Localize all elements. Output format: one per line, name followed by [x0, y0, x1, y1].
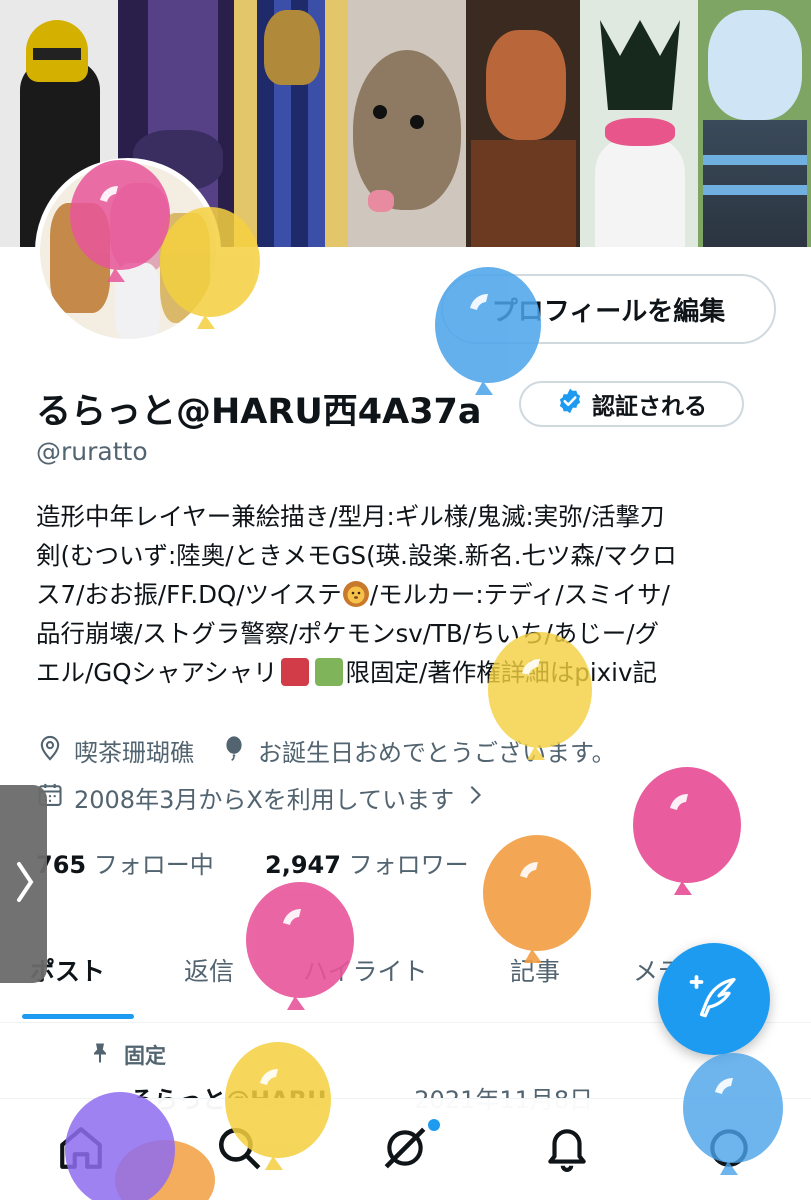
edit-profile-button[interactable]: プロフィールを編集: [441, 274, 776, 344]
joined-text: 2008年3月からXを利用しています: [74, 786, 455, 814]
compose-post-button[interactable]: [658, 943, 770, 1055]
banner-panel-3: [234, 0, 348, 247]
home-icon[interactable]: [56, 1123, 106, 1173]
birthday-text: お誕生日おめでとうございます。: [258, 739, 616, 767]
follow-stats: 765 フォロー中 2,947 フォロワー: [36, 845, 469, 880]
followers-label: フォロワー: [348, 851, 469, 879]
balloon-icon: [220, 734, 258, 768]
bio-line: エル/GQシャアシャリ 限固定/著作権詳細はpixiv記: [36, 658, 657, 687]
bio-line: 剣(むついず:陸奥/ときメモGS(瑛.設楽.新名.七ツ森/マクロ: [36, 541, 677, 570]
tab-articles[interactable]: 記事: [510, 952, 560, 988]
following-label: フォロー中: [93, 851, 214, 879]
grok-icon[interactable]: [380, 1123, 430, 1173]
profile-avatar[interactable]: [35, 158, 221, 344]
lion-emoji-icon: [342, 580, 370, 608]
chevron-right-icon: [11, 856, 37, 912]
bio-line: ス7/おお振/FF.DQ/ツイステ/モルカー:テディ/スミイサ/: [36, 580, 670, 609]
tab-highlights[interactable]: ハイライト: [303, 952, 428, 988]
banner-panel-5: [466, 0, 580, 247]
bell-icon[interactable]: [542, 1123, 592, 1173]
profile-bio: 造形中年レイヤー兼絵描き/型月:ギル様/鬼滅:実弥/活撃刀 剣(むついず:陸奥/…: [36, 497, 786, 692]
active-tab-indicator: [22, 1014, 134, 1019]
pin-icon: [88, 1041, 112, 1070]
green-square-emoji-icon: [314, 658, 343, 686]
banner-panel-7: [698, 0, 811, 247]
pinned-indicator: 固定: [88, 1040, 166, 1070]
compose-feather-icon: [684, 967, 744, 1031]
get-verified-button[interactable]: 認証される: [519, 381, 744, 427]
tab-replies[interactable]: 返信: [184, 952, 234, 988]
bottom-navigation: [0, 1098, 811, 1200]
followers-count: 2,947: [265, 851, 341, 879]
profile-meta-row: 喫茶珊瑚礁 お誕生日おめでとうございます。: [36, 733, 616, 768]
bio-line: 造形中年レイヤー兼絵描き/型月:ギル様/鬼滅:実弥/活撃刀: [36, 502, 665, 531]
user-handle: @ruratto: [36, 437, 148, 466]
banner-panel-4: [348, 0, 466, 247]
chevron-right-icon: [464, 782, 496, 814]
verified-badge-icon: [556, 387, 584, 421]
location-pin-icon: [36, 734, 74, 768]
followers-link[interactable]: 2,947 フォロワー: [265, 851, 469, 879]
red-square-emoji-icon: [280, 658, 309, 686]
get-verified-label: 認証される: [592, 394, 707, 420]
side-drawer-handle[interactable]: [0, 785, 47, 983]
location-text: 喫茶珊瑚礁: [74, 739, 194, 767]
balloon-icon: [633, 767, 741, 895]
grok-notification-dot: [428, 1119, 440, 1131]
joined-row[interactable]: 2008年3月からXを利用しています: [36, 780, 496, 815]
banner-panel-6: [580, 0, 698, 247]
search-icon[interactable]: [214, 1123, 264, 1173]
message-icon[interactable]: [704, 1123, 754, 1173]
pinned-label: 固定: [124, 1044, 166, 1068]
following-link[interactable]: 765 フォロー中: [36, 851, 214, 879]
display-name: るらっと@HARU西4A37a: [36, 392, 482, 432]
bio-line: 品行崩壊/ストグラ警察/ポケモンsv/TB/ちいち/あじー/グ: [36, 619, 660, 648]
